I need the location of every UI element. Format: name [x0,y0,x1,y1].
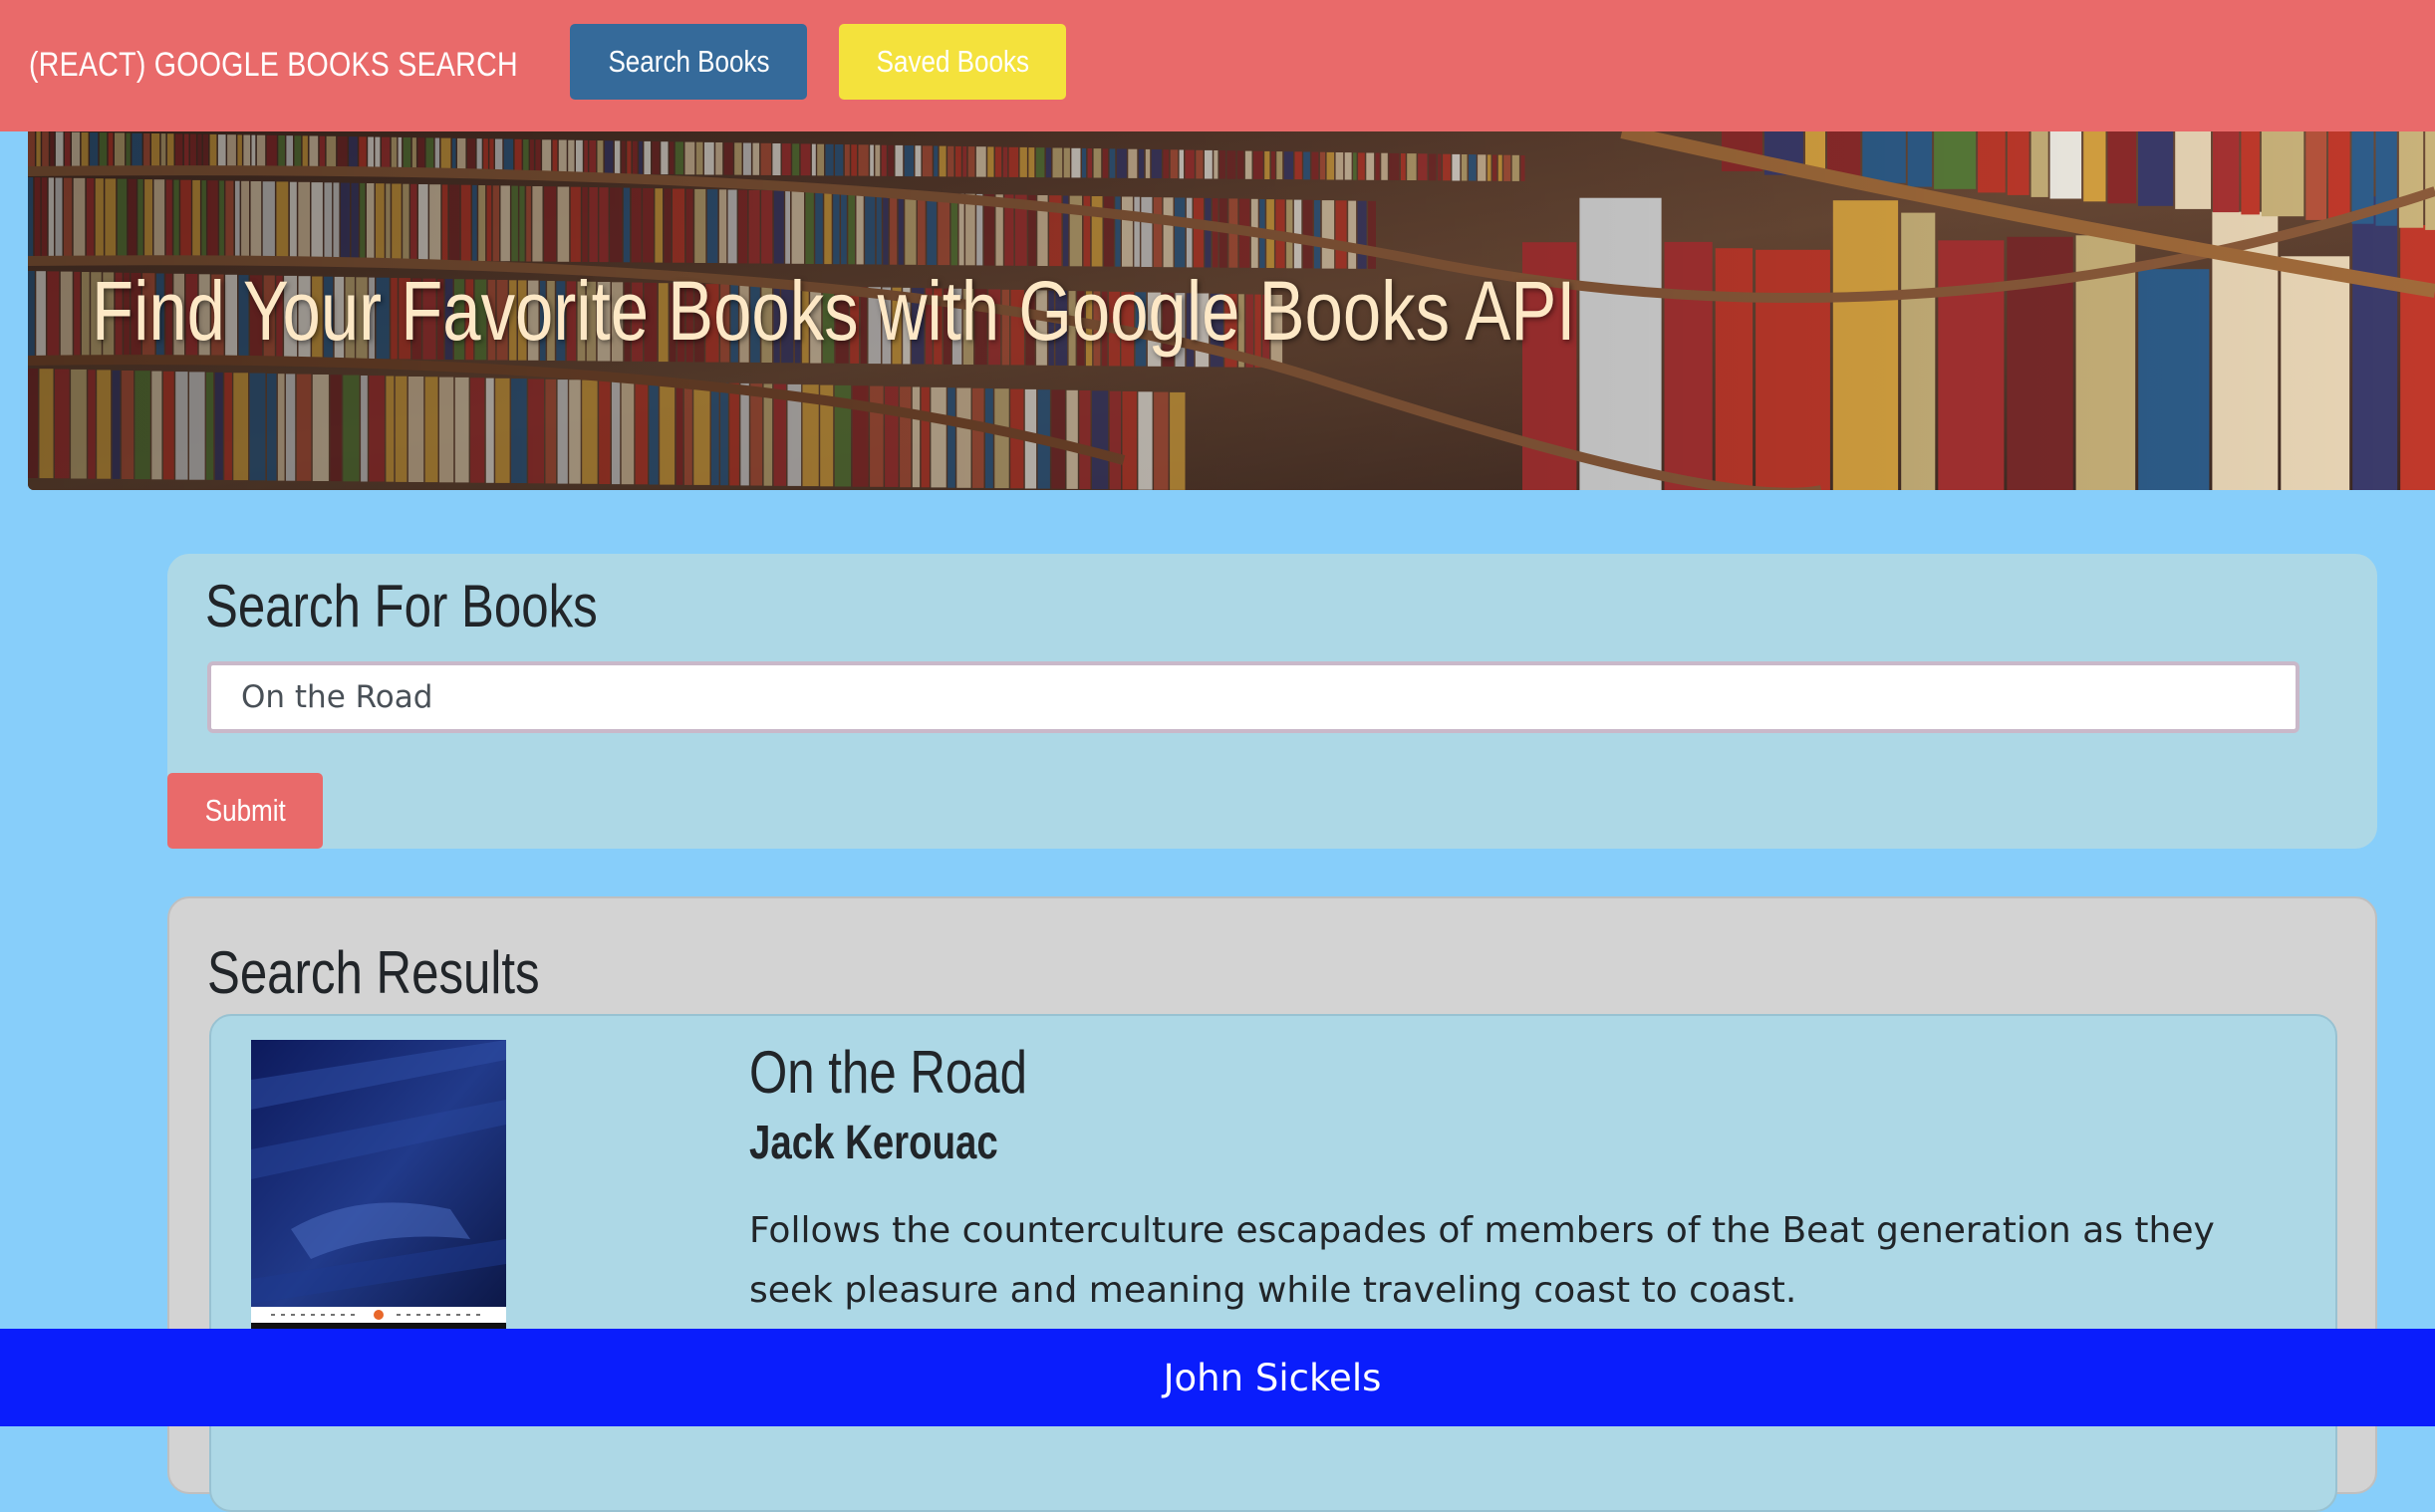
search-input[interactable] [207,661,2300,733]
footer: John Sickels [0,1329,2435,1426]
saved-books-label: Saved Books [876,44,1029,79]
book-author: Jack Kerouac [749,1117,998,1169]
results-heading: Search Results [207,939,540,1006]
hero-banner: Find Your Favorite Books with Google Boo… [28,131,2435,490]
navbar: (REACT) GOOGLE BOOKS SEARCH Search Books… [0,0,2435,131]
saved-books-button[interactable]: Saved Books [839,24,1066,100]
submit-label: Submit [204,793,286,828]
search-books-button[interactable]: Search Books [570,24,807,100]
book-cover-image [251,1040,506,1339]
book-result-item: On the Road Jack Kerouac Follows the cou… [209,1014,2337,1512]
book-description: Follows the counterculture escapades of … [749,1210,2215,1311]
book-title: On the Road [749,1039,1027,1106]
hero-title: Find Your Favorite Books with Google Boo… [92,264,1576,358]
search-books-label: Search Books [607,44,770,79]
search-heading: Search For Books [205,573,598,639]
search-card: Search For Books Submit [167,554,2377,849]
brand-title[interactable]: (REACT) GOOGLE BOOKS SEARCH [29,42,518,88]
book-cover-thumbnail[interactable] [251,1040,506,1339]
submit-button[interactable]: Submit [167,773,323,849]
footer-author: John Sickels [1163,1356,1382,1399]
